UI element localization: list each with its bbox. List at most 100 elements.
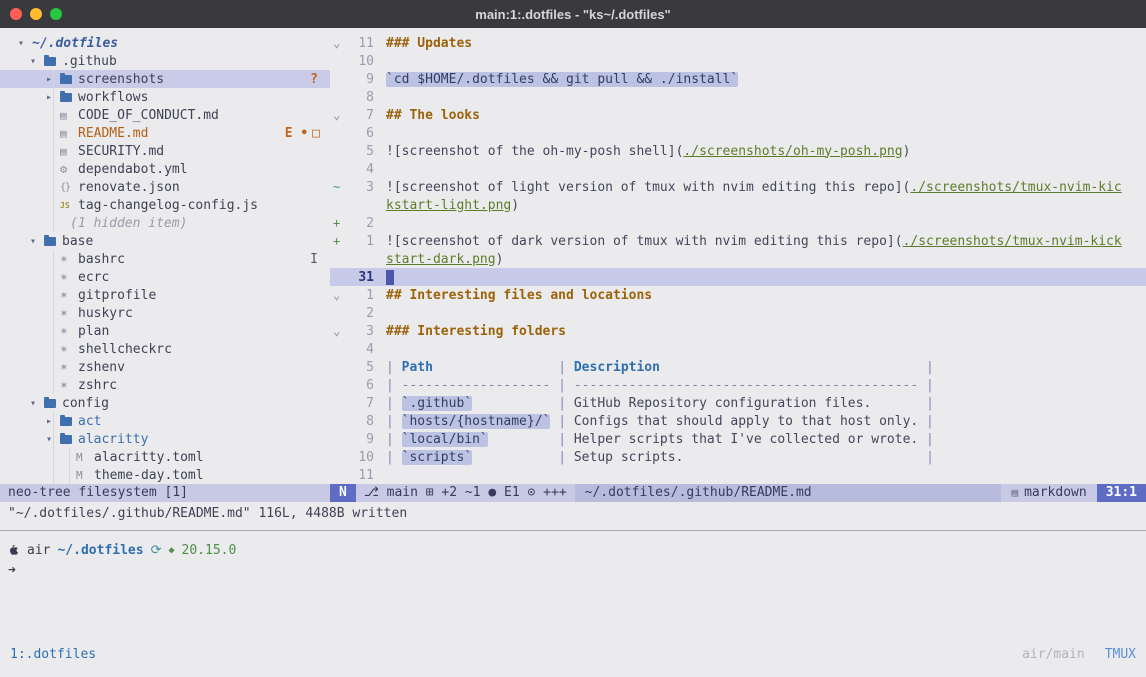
terminal-window: main:1:.dotfiles - "ks~/.dotfiles" ▾~/.d…: [0, 0, 1146, 677]
markdown-icon: [60, 109, 78, 122]
tree-item-bashrc[interactable]: bashrc I: [0, 250, 330, 268]
prompt-arrow[interactable]: ➜: [8, 563, 1146, 578]
tree-item-ecrc[interactable]: ecrc: [0, 268, 330, 286]
editor-line[interactable]: 10| `scripts` | Setup scripts. |: [330, 448, 1146, 466]
folder-icon: [44, 57, 56, 66]
minimize-button[interactable]: [30, 8, 42, 20]
folder-icon: [60, 417, 72, 426]
editor-line[interactable]: 11: [330, 466, 1146, 484]
tree-item-security[interactable]: SECURITY.md: [0, 142, 330, 160]
tree-item-label: renovate.json: [78, 180, 180, 195]
tree-item-label: theme-day.toml: [94, 468, 204, 483]
md-heading: ## Interesting files and locations: [386, 288, 652, 303]
line-number: 2: [346, 306, 378, 321]
table-header: Path: [402, 360, 433, 375]
editor-line[interactable]: 7| `.github` | GitHub Repository configu…: [330, 394, 1146, 412]
tree-item-config[interactable]: ▾ config: [0, 394, 330, 412]
git-untracked-badge: ?: [310, 72, 330, 87]
cursor: [386, 270, 394, 285]
zoom-button[interactable]: [50, 8, 62, 20]
table-pipe: |: [386, 414, 402, 429]
tree-item-root[interactable]: ▾~/.dotfiles: [0, 34, 330, 52]
dotfile-icon: [60, 324, 78, 339]
tree-item-label: shellcheckrc: [78, 342, 172, 357]
editor-current-line[interactable]: 31: [330, 268, 1146, 286]
table-pipe: |: [472, 450, 574, 465]
editor-line[interactable]: ⌄3### Interesting folders: [330, 322, 1146, 340]
tree-item-label: screenshots: [78, 72, 164, 87]
node-icon: ◆: [168, 545, 174, 556]
md-text: ): [511, 198, 519, 213]
editor-line-wrap[interactable]: start-dark.png): [330, 250, 1146, 268]
dotfile-icon: [60, 360, 78, 375]
tree-item-screenshots[interactable]: ▸screenshots?: [0, 70, 330, 88]
gear-icon: [60, 162, 78, 176]
tree-item-tag-changelog[interactable]: tag-changelog-config.js: [0, 196, 330, 214]
tree-item-label: config: [62, 396, 109, 411]
tree-item-alacritty-toml[interactable]: alacritty.toml: [0, 448, 330, 466]
title-bar: main:1:.dotfiles - "ks~/.dotfiles": [0, 0, 1146, 28]
table-pipe: |: [386, 450, 402, 465]
tree-item-label: alacritty.toml: [94, 450, 204, 465]
tree-item-alacritty[interactable]: ▾alacritty: [0, 430, 330, 448]
tree-item-plan[interactable]: plan: [0, 322, 330, 340]
tree-item-workflows[interactable]: ▸workflows: [0, 88, 330, 106]
tree-item-label: zshenv: [78, 360, 125, 375]
tree-item-readme[interactable]: README.mdE •□: [0, 124, 330, 142]
editor-line[interactable]: 9| `local/bin` | Helper scripts that I'v…: [330, 430, 1146, 448]
line-number: 11: [346, 36, 378, 51]
tree-item-act[interactable]: ▸act: [0, 412, 330, 430]
tmux-window-item[interactable]: 1:.dotfiles: [10, 645, 96, 665]
editor-line[interactable]: ~3![screenshot of light version of tmux …: [330, 178, 1146, 196]
editor-line[interactable]: 6: [330, 124, 1146, 142]
markdown-icon: [1011, 484, 1018, 502]
editor-line[interactable]: +2: [330, 214, 1146, 232]
editor-line[interactable]: 5![screenshot of the oh-my-posh shell](.…: [330, 142, 1146, 160]
mark-badge: I: [310, 252, 330, 267]
tree-item-renovate[interactable]: renovate.json: [0, 178, 330, 196]
tree-item-gitprofile[interactable]: gitprofile: [0, 286, 330, 304]
tree-item-label: alacritty: [78, 432, 148, 447]
tree-item-theme-day-toml[interactable]: theme-day.toml: [0, 466, 330, 484]
shell-pane[interactable]: air ~/.dotfiles ⟳ ◆ 20.15.0 ➜: [0, 530, 1146, 645]
tree-item-github[interactable]: ▾.github: [0, 52, 330, 70]
editor-line[interactable]: +1![screenshot of dark version of tmux w…: [330, 232, 1146, 250]
tree-item-zshenv[interactable]: zshenv: [0, 358, 330, 376]
tree-item-label: bashrc: [78, 252, 125, 267]
editor-line[interactable]: 9`cd $HOME/.dotfiles && git pull && ./in…: [330, 70, 1146, 88]
tree-item-dependabot[interactable]: dependabot.yml: [0, 160, 330, 178]
fold-open-icon: ⌄: [330, 108, 346, 122]
file-tree: ▾~/.dotfiles ▾.github ▸screenshots? ▸wor…: [0, 28, 330, 484]
tree-item-base[interactable]: ▾base: [0, 232, 330, 250]
editor-line[interactable]: 6| ------------------- | ---------------…: [330, 376, 1146, 394]
editor-line[interactable]: 10: [330, 52, 1146, 70]
line-text: ## Interesting files and locations: [378, 288, 652, 303]
editor-line[interactable]: 2: [330, 304, 1146, 322]
line-number: 5: [346, 144, 378, 159]
editor-line[interactable]: 8: [330, 88, 1146, 106]
editor-line[interactable]: 8| `hosts/{hostname}/` | Configs that sh…: [330, 412, 1146, 430]
editor-line[interactable]: ⌄1## Interesting files and locations: [330, 286, 1146, 304]
editor-line[interactable]: 5| Path | Description |: [330, 358, 1146, 376]
tree-item-zshrc[interactable]: zshrc: [0, 376, 330, 394]
line-text: | Path | Description |: [378, 360, 934, 375]
editor-line[interactable]: ⌄7## The looks: [330, 106, 1146, 124]
table-header: Description: [574, 360, 660, 375]
chevron-down-icon: ▾: [30, 398, 44, 409]
tmux-status-bar: 1:.dotfiles air/main TMUX: [0, 645, 1146, 665]
line-number: 7: [346, 108, 378, 123]
line-number: 11: [346, 468, 378, 483]
table-pipe: |: [683, 450, 933, 465]
md-text: ): [903, 144, 911, 159]
tree-item-huskyrc[interactable]: huskyrc: [0, 304, 330, 322]
editor-line-wrap[interactable]: kstart-light.png): [330, 196, 1146, 214]
tree-hidden-items[interactable]: (1 hidden item): [0, 214, 330, 232]
editor-line[interactable]: 4: [330, 160, 1146, 178]
close-button[interactable]: [10, 8, 22, 20]
tree-item-code-of-conduct[interactable]: CODE_OF_CONDUCT.md: [0, 106, 330, 124]
editor-line[interactable]: ⌄11### Updates: [330, 34, 1146, 52]
editor-line[interactable]: 4: [330, 340, 1146, 358]
node-version: 20.15.0: [182, 543, 237, 558]
tree-item-shellcheckrc[interactable]: shellcheckrc: [0, 340, 330, 358]
git-change-sign: ~: [330, 180, 346, 194]
